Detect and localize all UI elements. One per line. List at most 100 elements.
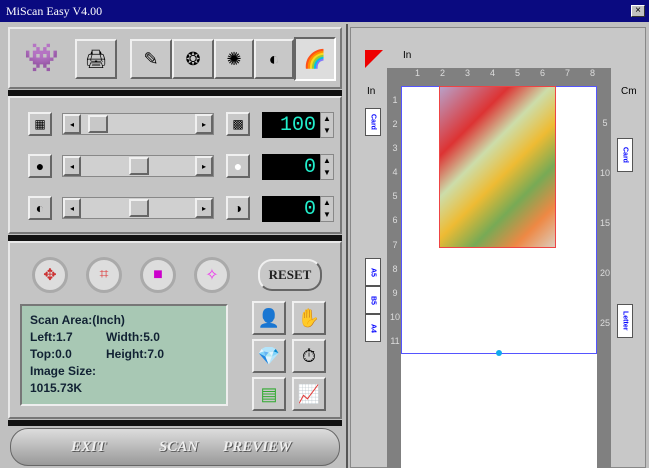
left-paper-size-buttons: Card A5 B5 A4: [365, 108, 383, 342]
curve-button[interactable]: 📈: [292, 377, 326, 411]
low-contrast-icon: ◐: [28, 196, 52, 220]
resize-handle[interactable]: [496, 350, 502, 356]
scanner-source-button[interactable]: 🖨: [75, 39, 117, 79]
preview-area[interactable]: [401, 86, 597, 468]
resolution-spinner[interactable]: ▲ ▼: [320, 112, 334, 138]
paper-size-button[interactable]: A5: [365, 258, 381, 286]
ruler-tick-label: 6: [392, 215, 398, 226]
ruler-tick-label: 6: [539, 68, 545, 78]
scan-button[interactable]: SCAN: [159, 439, 198, 456]
bw-gray-button[interactable]: ◐: [254, 39, 294, 79]
paper-size-button[interactable]: B5: [365, 286, 381, 314]
slider-right-arrow[interactable]: ▸: [195, 198, 213, 218]
color-icon: 🌈: [303, 48, 327, 69]
ruler-tick-label: 10: [389, 311, 400, 322]
preview-button[interactable]: PREVIEW: [223, 439, 291, 456]
sharpen-button[interactable]: 💎: [252, 339, 286, 373]
resolution-value[interactable]: 100: [262, 112, 320, 138]
slider-left-arrow[interactable]: ◂: [63, 114, 81, 134]
levels-button[interactable]: ▤: [252, 377, 286, 411]
paper-size-button[interactable]: Card: [365, 108, 381, 136]
magic-wand-button[interactable]: ✧: [194, 257, 230, 293]
slider-thumb[interactable]: [87, 115, 108, 133]
halftone-button[interactable]: ❂: [172, 39, 214, 79]
scanner-bed: 1 2 3 4 5 6 7 8 1 2 3 4 5 6 7 8 9 10 11 5 10 15 20 25: [387, 68, 611, 468]
height-value: Height:7.0: [106, 347, 165, 361]
move-button[interactable]: ✥: [32, 257, 68, 293]
divider: [8, 420, 342, 426]
ruler-tick-label: 5: [514, 68, 520, 78]
bw-gray-icon: ◐: [268, 48, 280, 69]
brightness-row: ● ◂ ▸ ● 0 ▲ ▼: [10, 154, 340, 184]
right-ruler: 5 10 15 20 25: [599, 98, 611, 348]
slider-thumb[interactable]: [129, 199, 149, 217]
brightness-slider[interactable]: ◂ ▸: [62, 155, 214, 177]
action-bar: EXIT SCAN PREVIEW: [10, 428, 340, 466]
color-cube-button[interactable]: ■: [140, 257, 176, 293]
mode-toolbar: 👾 🖨 ✎ ❂ ✺ ◐ 🌈: [8, 27, 342, 89]
ruler-tick-label: 5: [602, 118, 608, 128]
title-bar: MiScan Easy V4.00: [0, 0, 649, 22]
color-cube-icon: ■: [153, 266, 163, 283]
ruler-tick-label: 9: [392, 287, 398, 298]
paper-size-button[interactable]: A4: [365, 314, 381, 342]
exit-button[interactable]: EXIT: [71, 439, 106, 456]
ruler-tick-label: 10: [599, 168, 610, 178]
ruler-tick-label: 3: [392, 143, 398, 154]
curve-graph-icon: 📈: [297, 383, 321, 404]
scan-info-display: Scan Area:(Inch) Left:1.7 Width:5.0 Top:0…: [20, 304, 228, 406]
lineart-button[interactable]: ✎: [130, 39, 172, 79]
contrast-slider[interactable]: ◂ ▸: [62, 197, 214, 219]
stopwatch-icon: ⏱: [301, 345, 317, 366]
low-resolution-icon: ▦: [28, 112, 52, 136]
slider-right-arrow[interactable]: ▸: [195, 156, 213, 176]
reset-button[interactable]: RESET: [258, 259, 322, 291]
color-button[interactable]: 🌈: [294, 37, 336, 81]
timer-button[interactable]: ⏱: [292, 339, 326, 373]
ruler-tick-label: 7: [392, 239, 398, 250]
gray-button[interactable]: ✺: [214, 39, 254, 79]
splitter: [346, 24, 348, 468]
top-ruler: 1 2 3 4 5 6 7 8: [405, 68, 605, 84]
crop-button[interactable]: ⌗: [86, 257, 122, 293]
descreen-button[interactable]: 👤: [252, 301, 286, 335]
diamond-icon: 💎: [257, 345, 281, 366]
top-unit-label: In: [403, 50, 412, 61]
bright-icon: ●: [226, 154, 250, 178]
paper-size-button[interactable]: Card: [617, 138, 633, 172]
slider-left-arrow[interactable]: ◂: [63, 156, 81, 176]
ruler-tick-label: 4: [489, 68, 495, 78]
ruler-tick-label: 25: [599, 318, 610, 328]
ruler-tick-label: 3: [464, 68, 470, 78]
contrast-value[interactable]: 0: [262, 196, 320, 222]
filter-button[interactable]: ✋: [292, 301, 326, 335]
dark-icon: ●: [28, 154, 52, 178]
ruler-tick-label: 1: [392, 95, 398, 106]
resolution-slider[interactable]: ◂ ▸: [62, 113, 214, 135]
brightness-spinner[interactable]: ▲ ▼: [320, 154, 334, 180]
brightness-value[interactable]: 0: [262, 154, 320, 180]
slider-thumb[interactable]: [129, 157, 149, 175]
ruler-tick-label: 8: [392, 263, 398, 274]
ruler-tick-label: 1: [414, 68, 420, 78]
adjust-panel: ▦ ◂ ▸ ▩ 100 ▲ ▼ ● ◂ ▸ ● 0 ▲ ▼ ◐ ◂ ▸ ◑ 0 ▲ ▼: [8, 96, 342, 234]
paper-size-button[interactable]: Letter: [617, 304, 633, 338]
left-unit-label: In: [367, 86, 376, 97]
gray-icon: ✺: [226, 48, 242, 69]
scan-selection-box[interactable]: [439, 86, 556, 248]
ruler-tick-label: 5: [392, 191, 398, 202]
color-balance-icon: ▤: [260, 383, 278, 404]
slider-left-arrow[interactable]: ◂: [63, 198, 81, 218]
mascot-icon: 👾: [24, 42, 59, 73]
slider-right-arrow[interactable]: ▸: [195, 114, 213, 134]
image-size-label: Image Size:: [30, 364, 97, 378]
right-unit-label: Cm: [621, 86, 637, 97]
right-paper-size-buttons: Card Letter: [617, 138, 635, 358]
left-value: Left:1.7: [30, 330, 73, 344]
scan-area-label: Scan Area:(Inch): [30, 313, 125, 327]
preview-panel: In In Cm 1 2 3 4 5 6 7 8 1 2 3 4 5 6 7 8 9 10 11 5 10 15 20 2…: [350, 27, 646, 468]
window-title: MiScan Easy V4.00: [6, 4, 103, 18]
ruler-tick-label: 4: [392, 167, 398, 178]
close-button[interactable]: ×: [631, 5, 645, 17]
contrast-spinner[interactable]: ▲ ▼: [320, 196, 334, 222]
